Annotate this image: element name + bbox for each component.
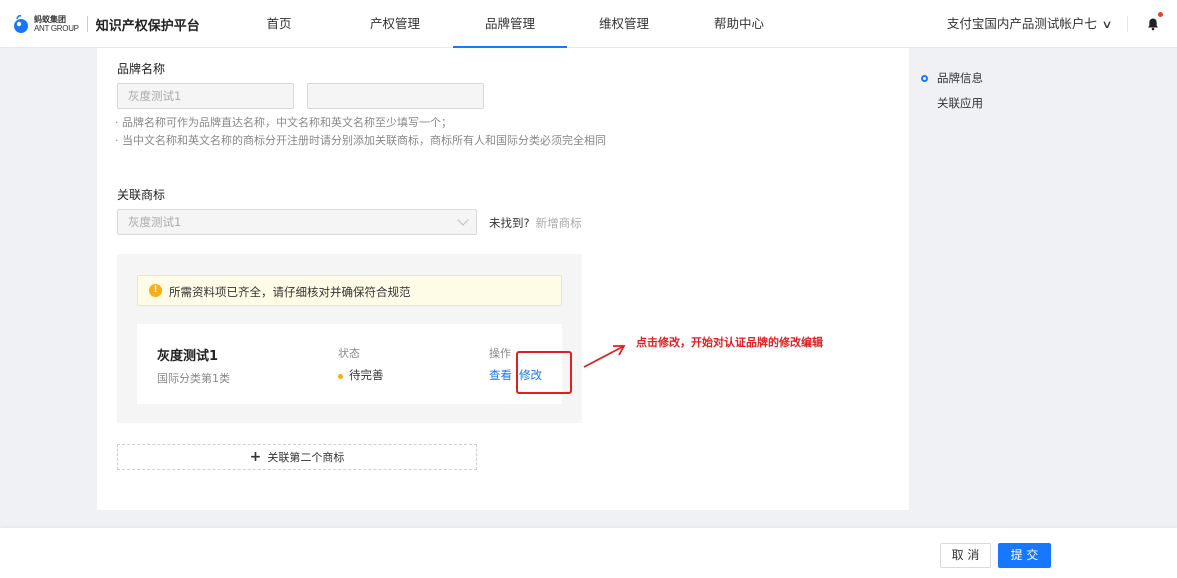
ant-logo-icon [12,14,30,34]
brand-cn-name-input[interactable]: 灰度测试1 [117,83,294,109]
brand-hint-2: · 当中文名称和英文名称的商标分开注册时请分别添加关联商标，商标所有人和国际分类… [115,134,606,147]
info-alert: ! 所需资料项已齐全，请仔细核对并确保符合规范 [137,275,562,306]
anchor-active-dot [921,75,928,82]
nav-item-property[interactable]: 产权管理 [338,0,452,48]
submit-button[interactable]: 提 交 [998,543,1051,568]
notification-dot [1158,12,1163,17]
status-value: 待完善 [349,368,384,382]
header-divider [1127,16,1128,32]
footer-bar: 取 消 提 交 [0,528,1177,578]
cancel-button[interactable]: 取 消 [940,543,991,568]
annotation-arrow-icon [583,345,626,368]
alert-text: 所需资料项已齐全，请仔细核对并确保符合规范 [169,285,411,299]
trademark-name: 灰度测试1 [157,349,219,364]
anchor-item-related-apps[interactable]: 关联应用 [937,95,983,111]
trademark-card: 灰度测试1 国际分类第1类 状态 待完善 操作 查看 修改 [137,324,562,404]
logo-wordmark: 蚂蚁集团 ANT GROUP [34,15,79,33]
warning-icon: ! [149,284,162,297]
logo[interactable]: 蚂蚁集团 ANT GROUP 知识产权保护平台 [12,14,200,34]
trademark-panel: ! 所需资料项已齐全，请仔细核对并确保符合规范 灰度测试1 国际分类第1类 状态… [117,254,582,423]
add-second-trademark-button[interactable]: + 关联第二个商标 [117,444,477,470]
trademark-select-value: 灰度测试1 [128,215,182,229]
add-second-label: 关联第二个商标 [267,451,345,464]
status-dot [338,374,343,379]
bell-icon[interactable] [1146,16,1160,31]
nav-item-home[interactable]: 首页 [222,0,336,48]
annotation-text: 点击修改，开始对认证品牌的修改编辑 [636,336,823,349]
account-name: 支付宝国内产品测试帐户七 [946,16,1097,31]
chevron-down-icon: ∨ [1101,18,1113,31]
trademark-select[interactable]: 灰度测试1 [117,209,477,235]
top-header: 蚂蚁集团 ANT GROUP 知识产权保护平台 首页 产权管理 品牌管理 维权管… [0,0,1177,48]
annotation-highlight-box [516,351,572,394]
chevron-down-icon [457,214,469,226]
action-label: 操作 [489,347,511,360]
trademark-not-found: 未找到? 新增商标 [489,215,582,231]
brand-hint-1: · 品牌名称可作为品牌直达名称，中文名称和英文名称至少填写一个； [115,116,452,129]
brand-name-label: 品牌名称 [117,62,166,76]
platform-name: 知识产权保护平台 [95,18,200,34]
logo-cn-text: 蚂蚁集团 [34,15,66,24]
trademark-class: 国际分类第1类 [157,372,230,385]
account-menu[interactable]: 支付宝国内产品测试帐户七 ∨ [946,0,1113,49]
add-trademark-link[interactable]: 新增商标 [536,216,582,230]
nav-item-brand[interactable]: 品牌管理 [453,0,567,48]
nav-item-help[interactable]: 帮助中心 [682,0,796,48]
brand-en-name-input[interactable] [307,83,484,109]
view-link[interactable]: 查看 [489,367,512,383]
trademark-label: 关联商标 [117,188,166,202]
logo-en-text: ANT GROUP [34,24,79,33]
logo-divider [86,16,88,32]
nav-item-rights[interactable]: 维权管理 [567,0,681,48]
anchor-item-brand-info[interactable]: 品牌信息 [937,70,983,86]
plus-icon: + [249,449,262,465]
brand-form-card: 品牌名称 灰度测试1 · 品牌名称可作为品牌直达名称，中文名称和英文名称至少填写… [97,48,909,510]
not-found-text: 未找到? [489,216,530,230]
status-label: 状态 [338,347,360,360]
